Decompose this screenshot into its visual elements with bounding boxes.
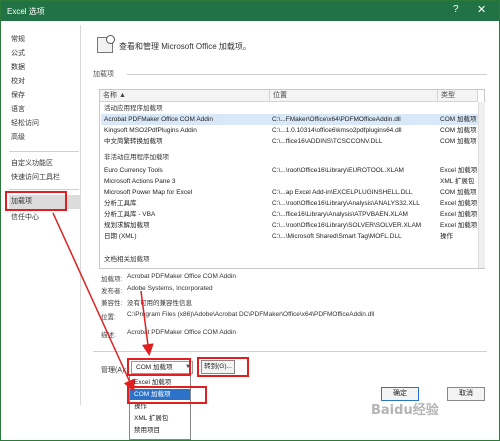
excel-options-window: Excel 选项 ? ✕ 常规 公式 数据 校对 保存 语言 轻松访问 高级 自… [0, 0, 500, 441]
arrow-to-manage-select [140, 290, 154, 356]
watermark-logo: Baidu经验 [371, 403, 439, 418]
arrow-to-com-option [52, 212, 135, 392]
annotation-arrows [52, 212, 154, 392]
